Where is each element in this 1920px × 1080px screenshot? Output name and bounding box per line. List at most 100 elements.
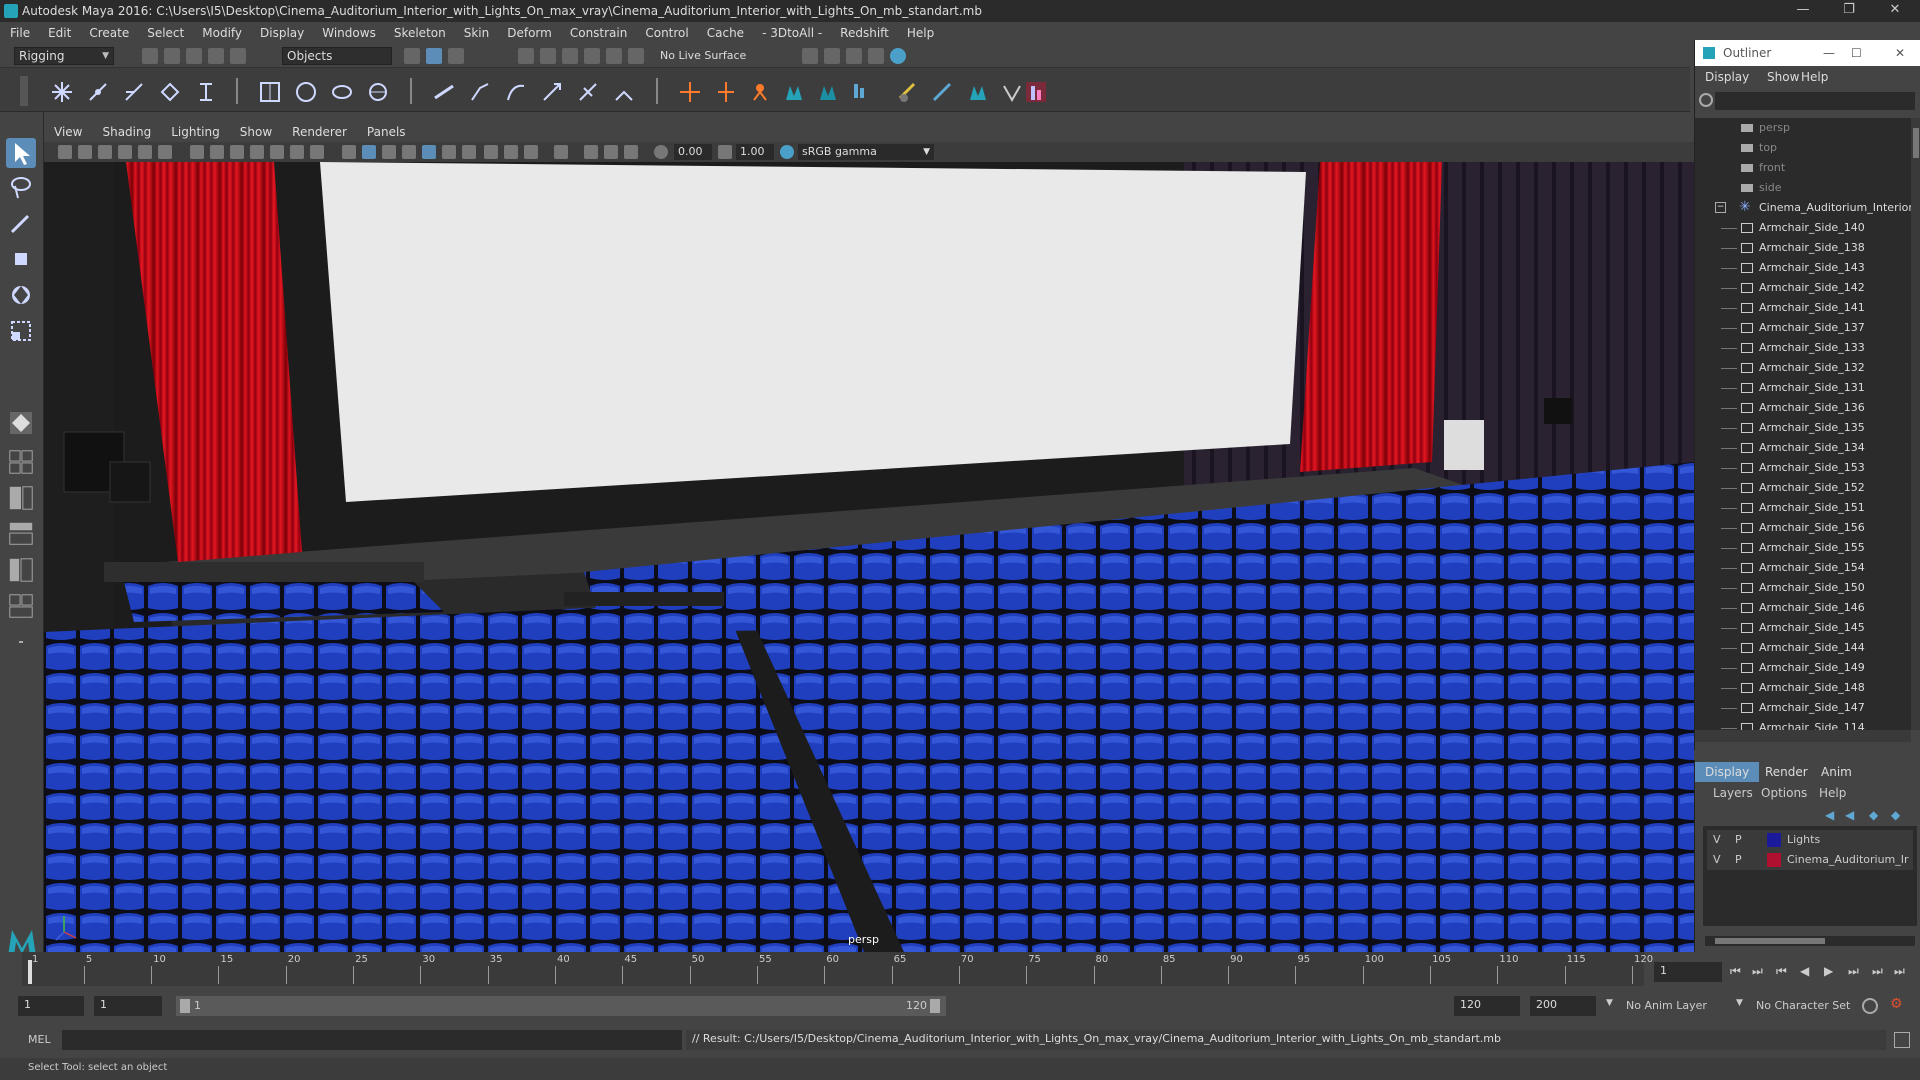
panel-menu-shading[interactable]: Shading (102, 125, 151, 139)
range-start-handle[interactable] (180, 999, 190, 1013)
brush-icon[interactable] (930, 80, 954, 104)
range-slider[interactable]: 1 120 (176, 996, 946, 1016)
color-space-dropdown[interactable]: sRGB gamma ▼ (798, 144, 934, 160)
layer-menu-help[interactable]: Help (1819, 786, 1846, 800)
bind-skin-icon[interactable] (158, 80, 182, 104)
outliner-item[interactable]: Armchair_Side_132 (1695, 358, 1911, 378)
outliner-item[interactable]: Armchair_Side_142 (1695, 278, 1911, 298)
exposure-field[interactable]: 0.00 (674, 144, 712, 160)
menu-create[interactable]: Create (89, 26, 129, 40)
camera-select-icon[interactable] (58, 145, 72, 159)
panel-menu-show[interactable]: Show (240, 125, 272, 139)
outliner-item-side[interactable]: side (1695, 178, 1911, 198)
gate-mask-icon[interactable] (250, 145, 264, 159)
move-layer-up-icon[interactable]: ◀ (1825, 808, 1834, 822)
outliner-item[interactable]: Armchair_Side_143 (1695, 258, 1911, 278)
minimize-button[interactable]: — (1780, 0, 1826, 22)
outliner-item[interactable]: Armchair_Side_146 (1695, 598, 1911, 618)
panel-menu-renderer[interactable]: Renderer (292, 125, 347, 139)
outliner-item[interactable]: Armchair_Side_148 (1695, 678, 1911, 698)
layer-visibility-toggle[interactable]: V (1713, 853, 1721, 866)
outliner-item[interactable]: Armchair_Side_155 (1695, 538, 1911, 558)
layer-color-swatch[interactable] (1767, 833, 1781, 847)
new-scene-icon[interactable] (142, 48, 158, 64)
layer-tab-anim[interactable]: Anim (1811, 762, 1862, 782)
layer-visibility-toggle[interactable]: V (1713, 833, 1721, 846)
outliner-item[interactable]: Armchair_Side_140 (1695, 218, 1911, 238)
outliner-item[interactable]: Armchair_Side_133 (1695, 338, 1911, 358)
select-component-icon[interactable] (448, 48, 464, 64)
outliner-item[interactable]: Armchair_Side_138 (1695, 238, 1911, 258)
use-all-lights-icon[interactable] (422, 145, 436, 159)
menu-modify[interactable]: Modify (202, 26, 242, 40)
refresh-icon[interactable] (1699, 93, 1713, 107)
layer-color-swatch[interactable] (1767, 853, 1781, 867)
script-editor-icon[interactable] (1894, 1032, 1910, 1048)
layer-menu-layers[interactable]: Layers (1713, 786, 1753, 800)
move-layer-down-icon[interactable]: ◀ (1845, 808, 1854, 822)
ambient-occlusion-icon[interactable] (462, 145, 476, 159)
paint-weights-icon[interactable] (896, 80, 920, 104)
resolution-gate-icon[interactable] (230, 145, 244, 159)
image-plane-icon[interactable] (118, 145, 132, 159)
skin-tool-icon[interactable] (966, 80, 990, 104)
snap-view-icon[interactable] (584, 48, 600, 64)
constraint-aim-icon[interactable] (468, 80, 492, 104)
undo-icon[interactable] (208, 48, 224, 64)
new-layer-selected-icon[interactable]: ◆ (1891, 808, 1900, 822)
outliner-menu-display[interactable]: Display (1705, 70, 1749, 84)
render-settings-icon[interactable] (868, 48, 884, 64)
outliner-item[interactable]: Armchair_Side_156 (1695, 518, 1911, 538)
new-layer-icon[interactable]: ◆ (1869, 808, 1878, 822)
panel-menu-lighting[interactable]: Lighting (171, 125, 220, 139)
menu-deform[interactable]: Deform (507, 26, 552, 40)
redo-icon[interactable] (230, 48, 246, 64)
deformer-sculpt-icon[interactable] (294, 80, 318, 104)
outliner-item[interactable]: Armchair_Side_145 (1695, 618, 1911, 638)
smooth-shade-icon[interactable] (362, 145, 376, 159)
menu-constrain[interactable]: Constrain (570, 26, 628, 40)
menu-file[interactable]: File (10, 26, 30, 40)
shelf-options-icon[interactable] (20, 76, 28, 106)
rotate-tool-icon[interactable] (6, 280, 36, 310)
step-back-key-icon[interactable]: ⏭ (1752, 964, 1763, 979)
isolate-select-icon[interactable] (554, 145, 568, 159)
layer-horizontal-scrollbar[interactable] (1705, 936, 1915, 946)
outliner-maximize-button[interactable]: ☐ (1851, 46, 1862, 60)
gamma-icon[interactable] (718, 145, 732, 159)
go-to-start-icon[interactable]: ⏮ (1730, 964, 1741, 979)
2d-pan-zoom-icon[interactable] (138, 145, 152, 159)
constraint-pole-icon[interactable] (612, 80, 636, 104)
ik-handle-icon[interactable] (86, 80, 110, 104)
outliner-item[interactable]: Armchair_Side_134 (1695, 438, 1911, 458)
joint-tool-icon[interactable] (50, 80, 74, 104)
camera-attributes-icon[interactable] (78, 145, 92, 159)
textured-icon[interactable] (402, 145, 416, 159)
menu-skin[interactable]: Skin (464, 26, 490, 40)
play-forward-icon[interactable]: ▶ (1824, 964, 1833, 978)
exposure-icon[interactable] (654, 145, 668, 159)
outliner-item[interactable]: Armchair_Side_137 (1695, 318, 1911, 338)
outliner-item[interactable]: Armchair_Side_136 (1695, 398, 1911, 418)
wireframe-icon[interactable] (342, 145, 356, 159)
render-view-icon[interactable] (802, 48, 818, 64)
motion-blur-icon[interactable] (484, 145, 498, 159)
outliner-horizontal-scrollbar[interactable] (1695, 730, 1911, 742)
layout-hypershade-icon[interactable] (6, 592, 36, 620)
time-slider[interactable]: 1 5 10 15 20 25 30 35 40 45 50 55 60 65 70 75 80 85 90 95 10… (0, 952, 1920, 988)
field-chart-icon[interactable] (270, 145, 284, 159)
menu-windows[interactable]: Windows (322, 26, 376, 40)
bookmark-icon[interactable] (98, 145, 112, 159)
magnet-icon[interactable] (628, 48, 644, 64)
outliner-item[interactable]: Armchair_Side_149 (1695, 658, 1911, 678)
checkmark-tool-icon[interactable] (1000, 80, 1024, 104)
command-input[interactable] (62, 1030, 682, 1050)
snap-surface-icon[interactable] (606, 48, 622, 64)
panel-menu-panels[interactable]: Panels (367, 125, 406, 139)
auto-key-icon[interactable] (1862, 998, 1878, 1014)
outliner-item-persp[interactable]: persp (1695, 118, 1911, 138)
snap-curve-icon[interactable] (540, 48, 556, 64)
outliner-item-top[interactable]: top (1695, 138, 1911, 158)
live-surface-label[interactable]: No Live Surface (660, 49, 746, 62)
outliner-item-group[interactable]: − ✳ Cinema_Auditorium_Interior (1695, 198, 1911, 218)
